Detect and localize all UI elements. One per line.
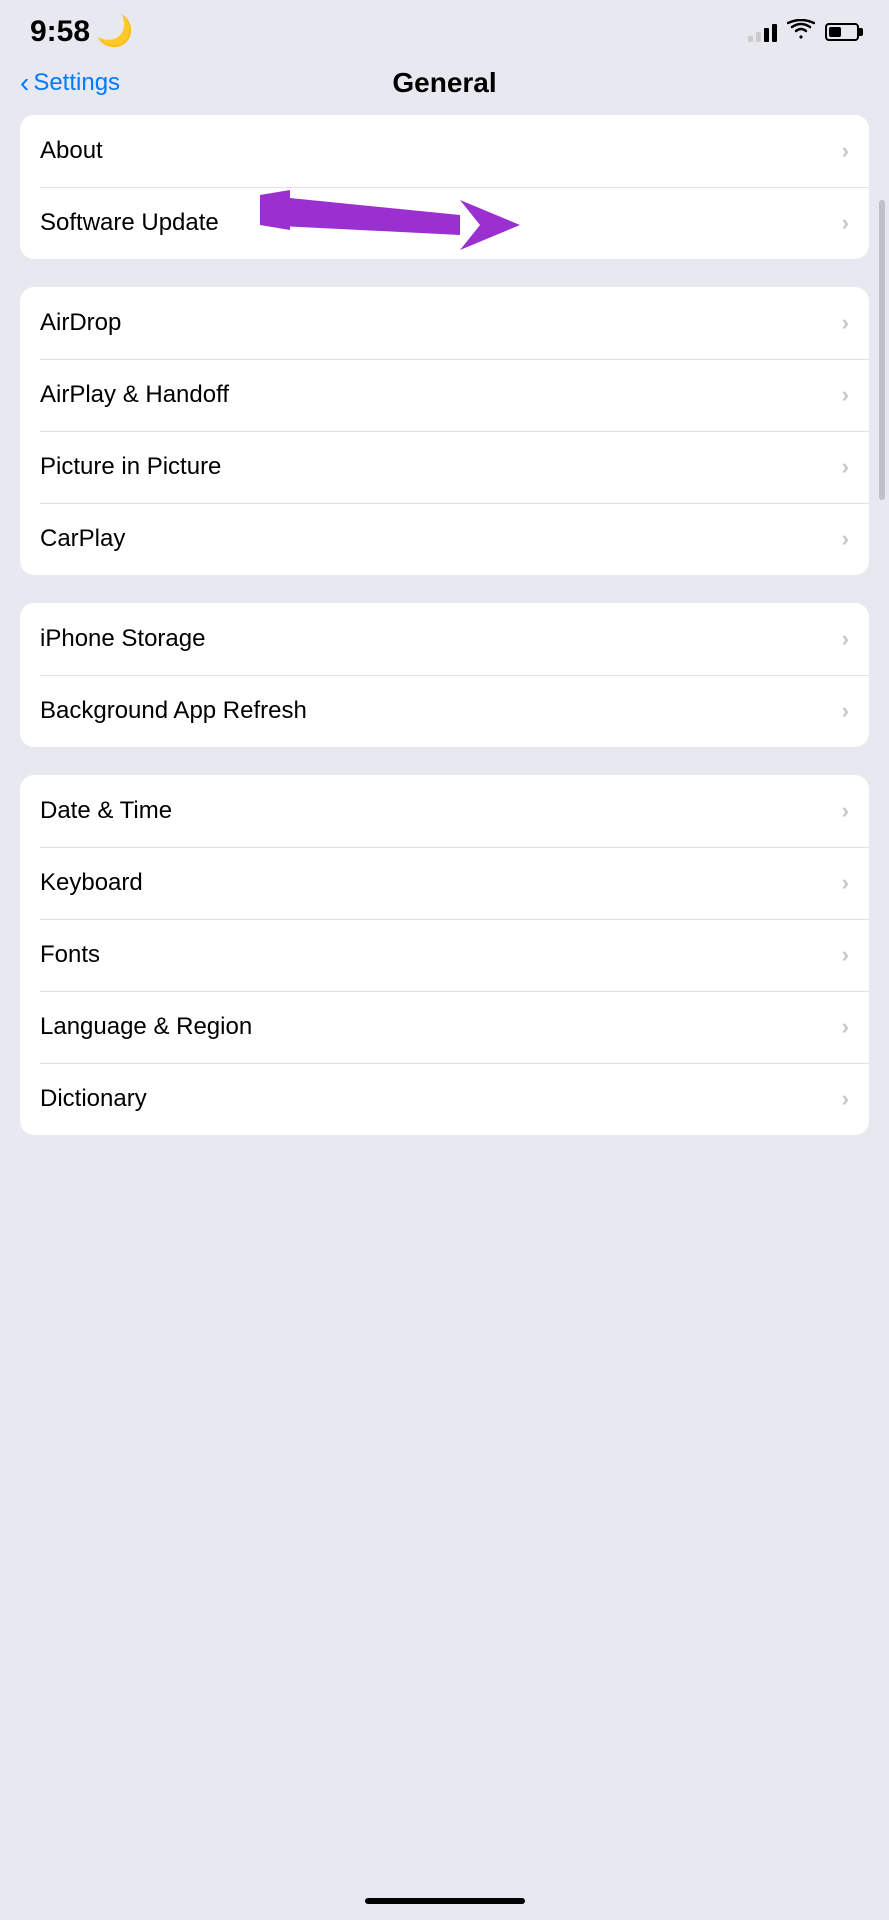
- wifi-icon: [787, 19, 815, 45]
- date-time-chevron-icon: ›: [842, 798, 849, 824]
- software-update-label: Software Update: [40, 209, 219, 237]
- back-chevron-icon: ‹: [20, 69, 29, 97]
- settings-row-keyboard[interactable]: Keyboard ›: [20, 847, 869, 919]
- status-bar: 9:58 🌙: [0, 0, 889, 59]
- fonts-chevron-icon: ›: [842, 942, 849, 968]
- status-right-icons: [748, 19, 859, 45]
- keyboard-label: Keyboard: [40, 869, 143, 897]
- picture-in-picture-label: Picture in Picture: [40, 453, 221, 481]
- settings-row-airdrop[interactable]: AirDrop ›: [20, 287, 869, 359]
- picture-in-picture-chevron-icon: ›: [842, 454, 849, 480]
- airplay-handoff-chevron-icon: ›: [842, 382, 849, 408]
- about-label: About: [40, 137, 103, 165]
- settings-row-dictionary[interactable]: Dictionary ›: [20, 1063, 869, 1135]
- nav-bar: ‹ Settings General: [0, 59, 889, 115]
- settings-row-language-region[interactable]: Language & Region ›: [20, 991, 869, 1063]
- iphone-storage-chevron-icon: ›: [842, 626, 849, 652]
- carplay-label: CarPlay: [40, 525, 125, 553]
- settings-group-2: AirDrop › AirPlay & Handoff › Picture in…: [20, 287, 869, 575]
- background-app-refresh-chevron-icon: ›: [842, 698, 849, 724]
- keyboard-chevron-icon: ›: [842, 870, 849, 896]
- settings-row-about[interactable]: About ›: [20, 115, 869, 187]
- settings-row-software-update[interactable]: Software Update ›: [20, 187, 869, 259]
- about-chevron-icon: ›: [842, 138, 849, 164]
- scrollbar[interactable]: [879, 200, 885, 500]
- settings-group-3: iPhone Storage › Background App Refresh …: [20, 603, 869, 747]
- background-app-refresh-label: Background App Refresh: [40, 697, 307, 725]
- moon-icon: 🌙: [96, 14, 133, 49]
- settings-row-fonts[interactable]: Fonts ›: [20, 919, 869, 991]
- battery-icon: [825, 23, 859, 41]
- language-region-chevron-icon: ›: [842, 1014, 849, 1040]
- status-time: 9:58 🌙: [30, 14, 133, 49]
- settings-group-4: Date & Time › Keyboard › Fonts › Languag…: [20, 775, 869, 1135]
- back-button-label: Settings: [33, 69, 120, 97]
- settings-group-1: About › Software Update ›: [20, 115, 869, 259]
- date-time-label: Date & Time: [40, 797, 172, 825]
- iphone-storage-label: iPhone Storage: [40, 625, 205, 653]
- settings-row-picture-in-picture[interactable]: Picture in Picture ›: [20, 431, 869, 503]
- back-button[interactable]: ‹ Settings: [20, 69, 120, 97]
- signal-icon: [748, 22, 777, 42]
- airdrop-label: AirDrop: [40, 309, 121, 337]
- carplay-chevron-icon: ›: [842, 526, 849, 552]
- dictionary-chevron-icon: ›: [842, 1086, 849, 1112]
- time-display: 9:58: [30, 15, 90, 49]
- home-indicator: [365, 1898, 525, 1904]
- page-title: General: [392, 67, 496, 99]
- settings-content: About › Software Update › AirDrop › AirP…: [0, 115, 889, 1135]
- settings-row-iphone-storage[interactable]: iPhone Storage ›: [20, 603, 869, 675]
- software-update-chevron-icon: ›: [842, 210, 849, 236]
- language-region-label: Language & Region: [40, 1013, 252, 1041]
- settings-row-date-time[interactable]: Date & Time ›: [20, 775, 869, 847]
- airplay-handoff-label: AirPlay & Handoff: [40, 381, 229, 409]
- settings-row-carplay[interactable]: CarPlay ›: [20, 503, 869, 575]
- dictionary-label: Dictionary: [40, 1085, 147, 1113]
- settings-row-background-app-refresh[interactable]: Background App Refresh ›: [20, 675, 869, 747]
- fonts-label: Fonts: [40, 941, 100, 969]
- airdrop-chevron-icon: ›: [842, 310, 849, 336]
- settings-row-airplay-handoff[interactable]: AirPlay & Handoff ›: [20, 359, 869, 431]
